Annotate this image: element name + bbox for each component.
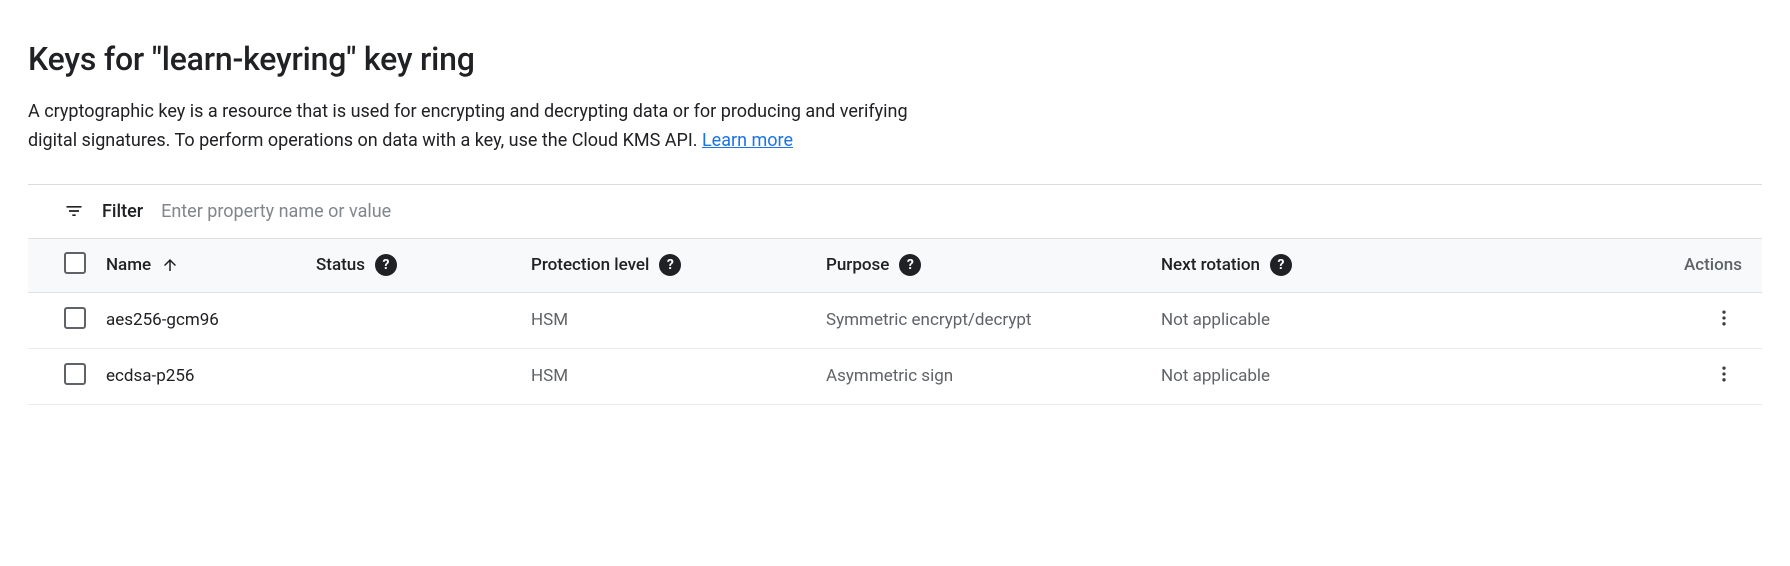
key-protection-cell: HSM [521, 292, 816, 348]
key-purpose-cell: Asymmetric sign [816, 348, 1151, 404]
name-column-header[interactable]: Name [96, 238, 306, 292]
key-name-cell[interactable]: aes256-gcm96 [96, 292, 306, 348]
filter-bar: Filter [28, 185, 1762, 238]
table-row[interactable]: ecdsa-p256 HSM Asymmetric sign Not appli… [28, 348, 1762, 404]
name-column-label: Name [106, 255, 151, 275]
filter-icon [64, 201, 84, 221]
table-header-row: Name Status ? Protection level [28, 238, 1762, 292]
help-icon[interactable]: ? [659, 254, 681, 276]
help-icon[interactable]: ? [1270, 254, 1292, 276]
learn-more-link[interactable]: Learn more [702, 130, 793, 151]
key-status-cell [306, 292, 521, 348]
protection-column-header[interactable]: Protection level ? [521, 238, 816, 292]
status-column-header[interactable]: Status ? [306, 238, 521, 292]
key-protection-cell: HSM [521, 348, 816, 404]
select-all-checkbox[interactable] [64, 252, 86, 274]
keys-table-container: Filter Name Status [28, 184, 1762, 405]
purpose-column-label: Purpose [826, 255, 889, 275]
filter-input[interactable] [161, 201, 1762, 222]
rotation-column-header[interactable]: Next rotation ? [1151, 238, 1426, 292]
keys-table: Name Status ? Protection level [28, 238, 1762, 405]
page-description: A cryptographic key is a resource that i… [28, 98, 908, 156]
help-icon[interactable]: ? [375, 254, 397, 276]
more-actions-icon[interactable] [1714, 364, 1734, 384]
key-status-cell [306, 348, 521, 404]
protection-column-label: Protection level [531, 255, 649, 275]
table-row[interactable]: aes256-gcm96 HSM Symmetric encrypt/decry… [28, 292, 1762, 348]
help-icon[interactable]: ? [899, 254, 921, 276]
actions-column-header: Actions [1426, 238, 1762, 292]
key-rotation-cell: Not applicable [1151, 348, 1426, 404]
row-checkbox[interactable] [64, 307, 86, 329]
filter-label: Filter [102, 201, 143, 222]
key-name-cell[interactable]: ecdsa-p256 [96, 348, 306, 404]
select-all-header [28, 238, 96, 292]
rotation-column-label: Next rotation [1161, 255, 1260, 275]
sort-ascending-icon [161, 256, 179, 274]
purpose-column-header[interactable]: Purpose ? [816, 238, 1151, 292]
key-purpose-cell: Symmetric encrypt/decrypt [816, 292, 1151, 348]
page-title: Keys for "learn-keyring" key ring [28, 40, 1762, 78]
more-actions-icon[interactable] [1714, 308, 1734, 328]
row-checkbox[interactable] [64, 363, 86, 385]
status-column-label: Status [316, 255, 365, 275]
key-rotation-cell: Not applicable [1151, 292, 1426, 348]
